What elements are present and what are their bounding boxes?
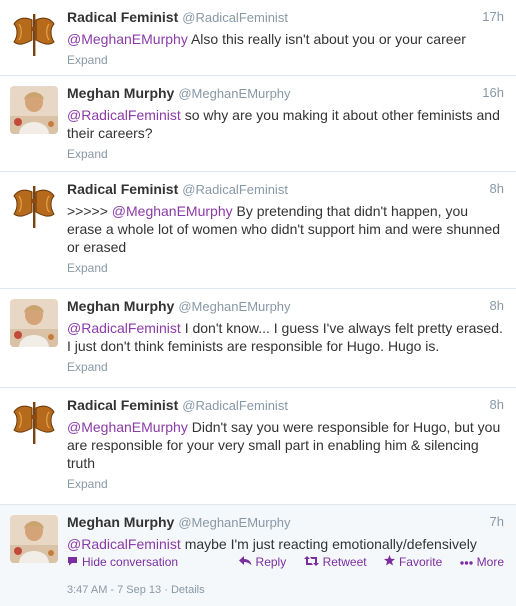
mention-link[interactable]: @MeghanEMurphy [112, 203, 233, 219]
avatar[interactable] [10, 515, 58, 563]
author-handle[interactable]: @MeghanEMurphy [178, 515, 290, 530]
mention-link[interactable]: @MeghanEMurphy [67, 31, 188, 47]
tweet-item[interactable]: Meghan Murphy @MeghanEMurphy 8h @RadicalF… [0, 289, 516, 388]
ellipsis-icon [459, 555, 473, 569]
author-name[interactable]: Meghan Murphy [67, 298, 174, 314]
tweet-item[interactable]: Radical Feminist @RadicalFeminist 8h >>>>… [0, 172, 516, 289]
tweet-text: >>>>> @MeghanEMurphy By pretending that … [67, 203, 501, 255]
labrys-icon[interactable] [10, 182, 58, 230]
speech-bubble-icon [67, 555, 78, 569]
tweet-time[interactable]: 8h [490, 180, 504, 198]
more-button[interactable]: More [459, 555, 504, 569]
tweet-timestamp[interactable]: 3:47 AM - 7 Sep 13 [67, 584, 161, 596]
details-link[interactable]: Details [171, 584, 205, 596]
author-name[interactable]: Radical Feminist [67, 181, 178, 197]
conversation-timeline: Radical Feminist @RadicalFeminist 17h @Me… [0, 0, 516, 606]
author-handle[interactable]: @RadicalFeminist [182, 10, 288, 25]
tweet-item[interactable]: Radical Feminist @RadicalFeminist 17h @Me… [0, 0, 516, 76]
labrys-icon[interactable] [10, 10, 58, 58]
reply-icon [238, 555, 252, 569]
author-name[interactable]: Meghan Murphy [67, 514, 174, 530]
mention-link[interactable]: @RadicalFeminist [67, 320, 181, 336]
expand-link[interactable]: Expand [67, 360, 504, 374]
tweet-time[interactable]: 8h [490, 297, 504, 315]
tweet-footer: 3:47 AM - 7 Sep 13 · Details [67, 584, 205, 596]
tweet-actions: Hide conversation Reply Retweet Favorite… [67, 555, 504, 571]
tweet-item[interactable]: Meghan Murphy @MeghanEMurphy 16h @Radical… [0, 76, 516, 172]
tweet-time[interactable]: 17h [482, 8, 504, 26]
footer-separator: · [161, 584, 171, 596]
tweet-text: @MeghanEMurphy Didn't say you were respo… [67, 419, 501, 471]
mention-link[interactable]: @RadicalFeminist [67, 536, 181, 552]
tweet-text: @RadicalFeminist I don't know... I guess… [67, 320, 503, 354]
expand-link[interactable]: Expand [67, 53, 504, 67]
avatar[interactable] [10, 299, 58, 347]
tweet-time[interactable]: 16h [482, 84, 504, 102]
mention-link[interactable]: @MeghanEMurphy [67, 419, 188, 435]
tweet-text: @RadicalFeminist maybe I'm just reacting… [67, 536, 477, 552]
favorite-button[interactable]: Favorite [383, 555, 446, 569]
mention-link[interactable]: @RadicalFeminist [67, 107, 181, 123]
labrys-icon[interactable] [10, 398, 58, 446]
avatar[interactable] [10, 86, 58, 134]
tweet-time[interactable]: 8h [490, 396, 504, 414]
author-name[interactable]: Meghan Murphy [67, 85, 174, 101]
author-handle[interactable]: @MeghanEMurphy [178, 86, 290, 101]
author-handle[interactable]: @RadicalFeminist [182, 182, 288, 197]
author-handle[interactable]: @MeghanEMurphy [178, 299, 290, 314]
tweet-item-expanded[interactable]: Meghan Murphy @MeghanEMurphy 7h @RadicalF… [0, 505, 516, 606]
tweet-item[interactable]: Radical Feminist @RadicalFeminist 8h @Meg… [0, 388, 516, 505]
reply-button[interactable]: Reply [238, 555, 290, 569]
expand-link[interactable]: Expand [67, 261, 504, 275]
author-handle[interactable]: @RadicalFeminist [182, 398, 288, 413]
retweet-icon [303, 555, 319, 569]
tweet-time[interactable]: 7h [490, 513, 504, 531]
author-name[interactable]: Radical Feminist [67, 9, 178, 25]
expand-link[interactable]: Expand [67, 477, 504, 491]
author-name[interactable]: Radical Feminist [67, 397, 178, 413]
expand-link[interactable]: Expand [67, 147, 504, 161]
star-icon [383, 555, 395, 569]
hide-conversation-button[interactable]: Hide conversation [67, 555, 178, 569]
tweet-text: @MeghanEMurphy Also this really isn't ab… [67, 31, 466, 47]
retweet-button[interactable]: Retweet [303, 555, 370, 569]
tweet-text: @RadicalFeminist so why are you making i… [67, 107, 500, 141]
